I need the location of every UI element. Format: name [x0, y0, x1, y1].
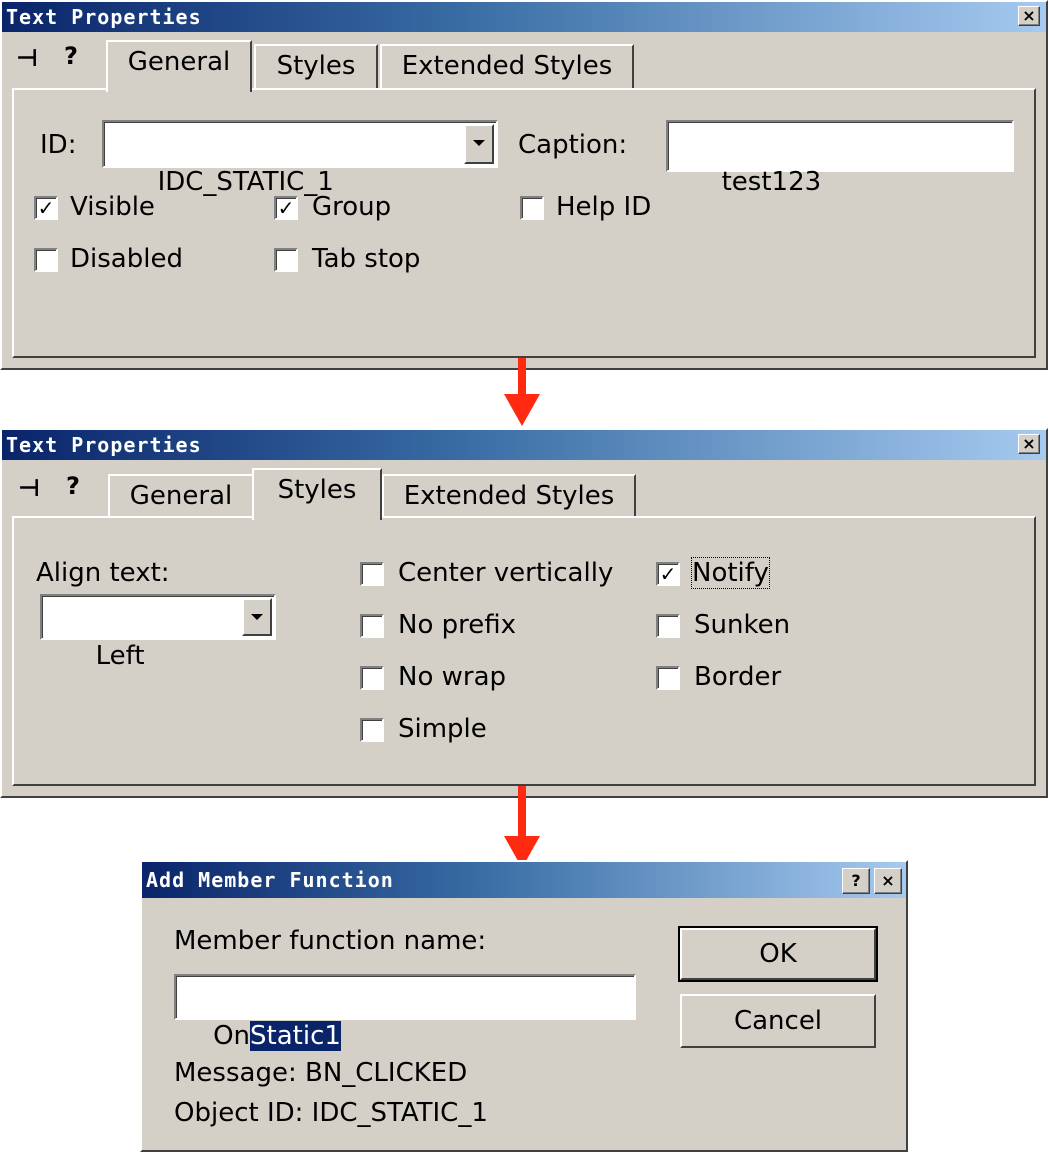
notify-checkbox[interactable]: ✓: [656, 562, 680, 586]
align-text-label: Align text:: [36, 558, 170, 588]
tab-label: Styles: [276, 51, 356, 81]
id-label: ID:: [40, 130, 77, 160]
help-id-label: Help ID: [556, 192, 652, 222]
help-icon[interactable]: ?: [64, 44, 78, 68]
group-checkbox[interactable]: ✓: [274, 196, 298, 220]
name-selected-text: Static1: [250, 1021, 341, 1051]
align-text-value: Left: [95, 641, 145, 671]
title-bar[interactable]: Text Properties ×: [2, 430, 1046, 460]
visible-label: Visible: [70, 192, 155, 222]
sunken-checkbox[interactable]: [656, 614, 680, 638]
add-member-function-dialog: Add Member Function ? × Member function …: [140, 860, 908, 1152]
simple-checkbox[interactable]: [360, 718, 384, 742]
cancel-label: Cancel: [733, 1006, 823, 1036]
cancel-button[interactable]: Cancel: [680, 994, 876, 1048]
close-icon: ×: [1022, 6, 1036, 25]
dialog-title: Text Properties: [6, 5, 202, 29]
text-properties-dialog-styles: Text Properties × ⊣ ? General Styles Ext…: [0, 428, 1048, 798]
help-id-checkbox[interactable]: [520, 196, 544, 220]
help-icon[interactable]: ?: [66, 474, 80, 498]
id-combobox[interactable]: IDC_STATIC_1: [102, 120, 498, 197]
border-label: Border: [694, 662, 782, 692]
title-bar[interactable]: Add Member Function ? ×: [142, 862, 906, 898]
close-button[interactable]: ×: [874, 868, 902, 894]
tab-stop-checkbox[interactable]: [274, 248, 298, 272]
notify-label: Notify: [691, 557, 770, 589]
sunken-label: Sunken: [694, 610, 791, 640]
no-wrap-checkbox[interactable]: [360, 666, 384, 690]
close-icon: ×: [1022, 434, 1036, 453]
tab-general[interactable]: General: [108, 474, 254, 518]
align-text-combobox[interactable]: Left: [40, 594, 276, 671]
tab-label: General: [127, 47, 231, 77]
close-button[interactable]: ×: [1018, 434, 1040, 454]
tab-styles[interactable]: Styles: [252, 468, 382, 520]
tab-stop-label: Tab stop: [312, 244, 421, 274]
help-icon: ?: [851, 871, 861, 890]
visible-checkbox[interactable]: ✓: [34, 196, 58, 220]
id-value: IDC_STATIC_1: [157, 167, 334, 197]
dialog-title: Add Member Function: [146, 868, 394, 892]
message-text: Message: BN_CLICKED: [174, 1058, 468, 1088]
tab-label: Styles: [277, 475, 357, 505]
ok-button[interactable]: OK: [678, 926, 878, 982]
name-prefix: On: [213, 1021, 251, 1051]
disabled-label: Disabled: [70, 244, 183, 274]
text-properties-dialog-general: Text Properties × ⊣ ? General Styles Ext…: [0, 0, 1048, 370]
no-prefix-checkbox[interactable]: [360, 614, 384, 638]
chevron-down-icon[interactable]: [242, 598, 272, 636]
tab-label: Extended Styles: [401, 51, 613, 81]
tab-general[interactable]: General: [106, 40, 252, 92]
tab-label: Extended Styles: [403, 481, 615, 511]
object-id-text: Object ID: IDC_STATIC_1: [174, 1098, 488, 1128]
close-icon: ×: [881, 871, 895, 890]
no-wrap-label: No wrap: [398, 662, 507, 692]
title-bar[interactable]: Text Properties ×: [2, 2, 1046, 32]
no-prefix-label: No prefix: [398, 610, 517, 640]
pin-icon[interactable]: ⊣: [18, 476, 40, 500]
group-label: Group: [312, 192, 392, 222]
caption-input[interactable]: test123: [666, 120, 1014, 197]
disabled-checkbox[interactable]: [34, 248, 58, 272]
dialog-title: Text Properties: [6, 433, 202, 457]
tab-extended-styles[interactable]: Extended Styles: [382, 474, 636, 518]
member-function-name-label: Member function name:: [174, 926, 487, 956]
tab-extended-styles[interactable]: Extended Styles: [380, 44, 634, 88]
border-checkbox[interactable]: [656, 666, 680, 690]
caption-value: test123: [721, 167, 822, 197]
flow-arrow-head: [504, 394, 540, 426]
center-vertically-label: Center vertically: [398, 558, 614, 588]
close-button[interactable]: ×: [1018, 6, 1040, 26]
general-panel: ID: IDC_STATIC_1 Caption: test123 ✓ Visi…: [12, 88, 1036, 358]
check-icon: ✓: [277, 196, 295, 220]
ok-label: OK: [759, 939, 797, 969]
check-icon: ✓: [37, 196, 55, 220]
chevron-down-icon[interactable]: [464, 124, 494, 164]
caption-label: Caption:: [518, 130, 628, 160]
pin-icon[interactable]: ⊣: [16, 46, 38, 70]
help-button[interactable]: ?: [842, 868, 870, 894]
member-function-name-input[interactable]: OnStatic1: [174, 974, 636, 1051]
simple-label: Simple: [398, 714, 487, 744]
styles-panel: Align text: Left Center vertically No pr…: [12, 516, 1036, 786]
tab-label: General: [129, 481, 233, 511]
check-icon: ✓: [659, 562, 677, 586]
center-vertically-checkbox[interactable]: [360, 562, 384, 586]
tab-styles[interactable]: Styles: [254, 44, 378, 88]
